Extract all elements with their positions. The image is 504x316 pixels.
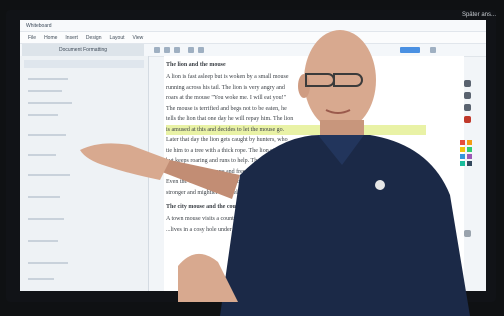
story-line: ...lives in a cosy hole under a tree. [166, 226, 248, 233]
italic-icon[interactable] [164, 47, 170, 53]
pane-row[interactable] [28, 278, 54, 280]
nav-pane-tab[interactable]: Document Formatting [22, 44, 144, 56]
pane-row[interactable] [28, 240, 58, 242]
menu-item-file[interactable]: File [28, 35, 36, 41]
pane-row[interactable] [28, 78, 68, 80]
story-heading: The lion and the mouse [166, 62, 226, 68]
pane-row[interactable] [28, 174, 70, 176]
navigation-pane [20, 56, 149, 291]
color-swatch[interactable] [460, 147, 465, 152]
pane-header [24, 60, 144, 68]
bold-icon[interactable] [154, 47, 160, 53]
menu-item-home[interactable]: Home [44, 35, 57, 41]
menu-item-view[interactable]: View [133, 35, 144, 41]
second-story-heading: The city mouse and the country mouse [166, 204, 265, 210]
pen-toolbar [456, 80, 478, 250]
story-line: nibbles through the rope and frees the l… [166, 168, 269, 175]
story-line: tie him to a tree with a thick rope. The… [166, 147, 292, 154]
color-swatch[interactable] [467, 161, 472, 166]
pane-row[interactable] [28, 196, 60, 198]
color-swatch[interactable] [460, 154, 465, 159]
color-swatch[interactable] [460, 140, 465, 145]
whiteboard-screen: Whiteboard File Home Insert Design Layou… [20, 20, 486, 291]
story-line: Even the weak and small can be useful fr… [166, 179, 293, 185]
video-caption: Später ans... [461, 12, 496, 18]
pane-row[interactable] [28, 102, 72, 104]
pane-row[interactable] [28, 134, 66, 136]
highlighter-icon[interactable] [464, 92, 471, 99]
window-title: Whiteboard [26, 23, 52, 29]
pane-row[interactable] [28, 218, 64, 220]
pane-row[interactable] [28, 114, 58, 116]
menu-item-layout[interactable]: Layout [110, 35, 125, 41]
story-text: The lion and the mouse A lion is fast as… [166, 62, 426, 235]
story-line: A town mouse visits a country mouse who … [166, 216, 317, 222]
menu-bar: File Home Insert Design Layout View [20, 32, 486, 44]
color-swatch[interactable] [467, 140, 472, 145]
title-bar: Whiteboard [20, 20, 486, 32]
eraser-icon[interactable] [464, 104, 471, 111]
story-line: The mouse is terrified and begs not to b… [166, 105, 287, 112]
settings-icon[interactable] [430, 47, 436, 53]
menu-item-insert[interactable]: Insert [65, 35, 78, 41]
pane-row[interactable] [28, 262, 68, 264]
list-icon[interactable] [198, 47, 204, 53]
pane-row[interactable] [28, 154, 56, 156]
color-swatch[interactable] [460, 161, 465, 166]
story-line: tells the lion that one day he will repa… [166, 116, 294, 122]
story-line: running across his tail. The lion is ver… [166, 84, 285, 91]
pane-row[interactable] [28, 90, 62, 92]
story-line: roars at the mouse "You woke me. I will … [166, 95, 287, 101]
underline-icon[interactable] [174, 47, 180, 53]
pen-icon[interactable] [464, 80, 471, 87]
share-icon[interactable] [400, 47, 420, 53]
color-swatch[interactable] [467, 147, 472, 152]
color-swatch[interactable] [467, 154, 472, 159]
trash-icon[interactable] [464, 230, 471, 237]
story-line: Later that day the lion gets caught by h… [166, 137, 288, 143]
align-icon[interactable] [188, 47, 194, 53]
document-page[interactable]: The lion and the mouse A lion is fast as… [164, 56, 464, 291]
story-line: A lion is fast asleep but is woken by a … [166, 74, 289, 80]
story-line-highlighted: is amused at this and decides to let the… [166, 124, 426, 135]
shape-icon[interactable] [464, 116, 471, 123]
menu-item-design[interactable]: Design [86, 35, 102, 41]
story-line: stronger and mightier themselves. [166, 189, 248, 196]
story-line: but keeps roaring and runs to help. The … [166, 158, 278, 164]
